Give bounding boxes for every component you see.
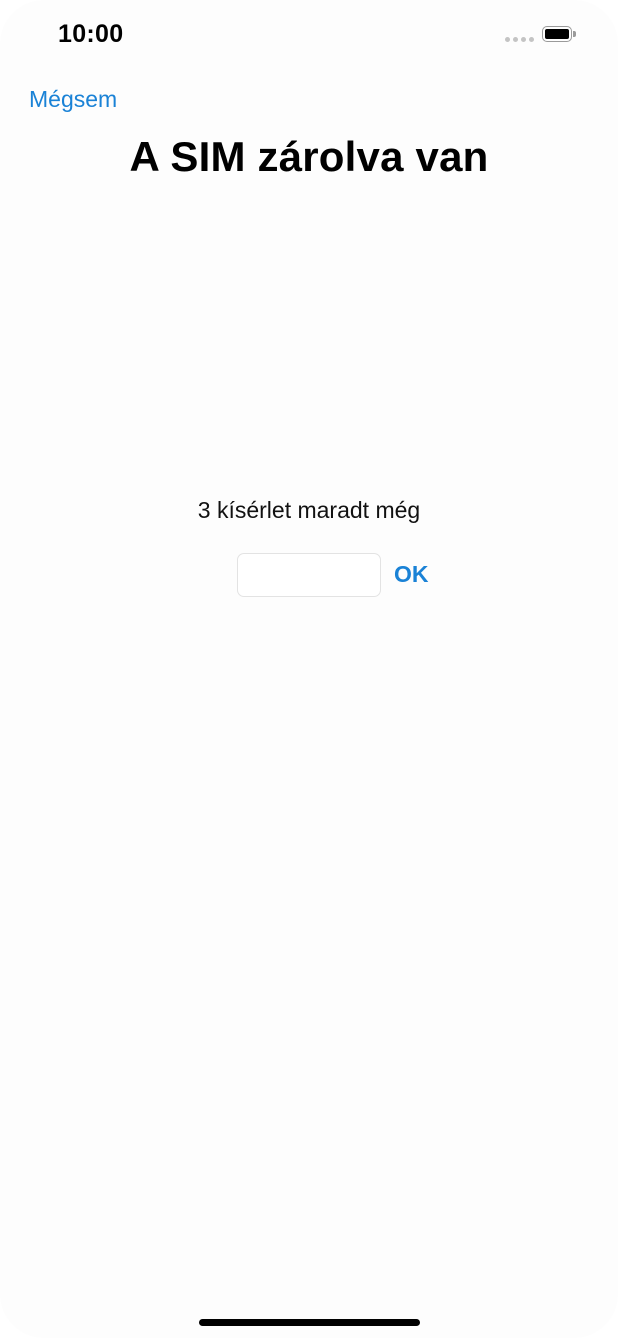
status-time: 10:00 xyxy=(58,20,124,48)
status-bar: 10:00 xyxy=(0,0,618,70)
page-title: A SIM zárolva van xyxy=(129,133,489,180)
home-indicator[interactable] xyxy=(199,1319,420,1326)
attempts-remaining-text: 3 kísérlet maradt még xyxy=(197,497,421,523)
ok-button[interactable]: OK xyxy=(394,561,429,588)
battery-fill xyxy=(545,29,569,39)
battery-icon xyxy=(542,26,576,44)
cancel-button[interactable]: Mégsem xyxy=(29,86,117,113)
pin-input[interactable] xyxy=(237,553,381,597)
signal-dots-icon xyxy=(505,37,534,42)
screen: 10:00 Mégsem A SIM zárolva van 3 kísérle… xyxy=(0,0,618,1338)
